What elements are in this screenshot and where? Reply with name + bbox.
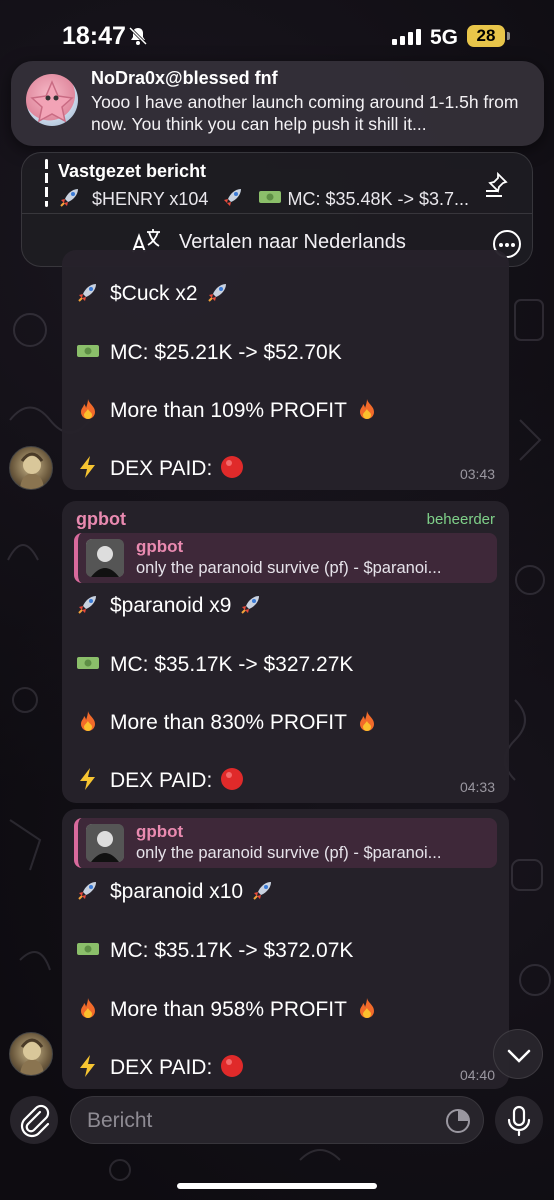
notification-banner[interactable]: NoDra0x@blessed fnf Yooo I have another … xyxy=(11,61,544,146)
message-mc-line: MC: $25.21K -> $52.70K xyxy=(76,339,342,365)
profit-text: More than 830% PROFIT xyxy=(110,711,347,734)
rocket-icon xyxy=(253,882,272,900)
fire-icon xyxy=(359,399,374,419)
reply-quote[interactable]: gpbot only the paranoid survive (pf) - $… xyxy=(74,533,497,583)
rocket-icon xyxy=(207,284,226,302)
fire-icon xyxy=(81,399,95,419)
sender-avatar[interactable] xyxy=(9,1032,53,1076)
quote-thumbnail xyxy=(86,539,124,577)
home-indicator xyxy=(177,1183,377,1189)
notification-text: Yooo I have another launch coming around… xyxy=(91,92,519,134)
message-profit-line: More than 958% PROFIT xyxy=(76,996,379,1022)
quote-thumbnail xyxy=(86,824,124,862)
message-placeholder: Bericht xyxy=(87,1109,153,1132)
warrior-avatar-icon xyxy=(20,452,44,489)
lightning-icon xyxy=(80,456,95,478)
notification-sender: NoDra0x@blessed fnf xyxy=(91,68,278,88)
sender-avatar[interactable] xyxy=(9,446,53,490)
message-bubble[interactable]: $Cuck x2 MC: $25.21K -> $52.70K More tha… xyxy=(62,250,509,490)
network-type: 5G xyxy=(430,26,459,49)
pinned-indicator xyxy=(45,159,48,207)
red-circle-icon xyxy=(221,768,244,790)
microphone-icon xyxy=(507,1105,531,1137)
attach-button[interactable] xyxy=(10,1096,58,1144)
profit-text: More than 109% PROFIT xyxy=(110,399,347,422)
admin-badge: beheerder xyxy=(426,511,495,528)
pin-list-icon[interactable] xyxy=(482,171,510,199)
fire-icon xyxy=(81,998,95,1018)
battery-tip xyxy=(507,32,510,40)
status-time: 18:47 xyxy=(62,22,126,50)
message-time: 03:43 xyxy=(459,466,495,482)
rocket-icon xyxy=(224,189,242,206)
message-profit-line: More than 109% PROFIT xyxy=(76,397,379,423)
mute-bell-icon xyxy=(128,26,148,46)
message-bubble[interactable]: gpbot only the paranoid survive (pf) - $… xyxy=(62,809,509,1089)
quote-sender: gpbot xyxy=(136,822,184,841)
pinned-title: Vastgezet bericht xyxy=(58,161,207,181)
pinned-mc: MC: $35.48K -> $3.7... xyxy=(287,189,470,209)
message-input[interactable]: Bericht xyxy=(70,1096,484,1144)
quote-text: only the paranoid survive (pf) - $parano… xyxy=(136,844,442,862)
mc-text: MC: $25.21K -> $52.70K xyxy=(110,341,342,364)
quote-sender: gpbot xyxy=(136,537,184,556)
starfish-icon xyxy=(30,80,74,123)
fire-icon xyxy=(81,711,95,731)
signal-icon xyxy=(392,29,421,45)
sticker-icon[interactable] xyxy=(445,1108,471,1134)
rocket-icon xyxy=(241,596,260,614)
chevron-down-icon xyxy=(507,1049,531,1063)
message-mc-line: MC: $35.17K -> $327.27K xyxy=(76,651,353,677)
warrior-avatar-icon xyxy=(20,1038,44,1075)
money-icon xyxy=(259,191,282,203)
reply-quote[interactable]: gpbot only the paranoid survive (pf) - $… xyxy=(74,818,497,868)
paperclip-icon xyxy=(20,1104,50,1138)
red-circle-icon xyxy=(221,456,244,478)
dex-text: DEX PAID: xyxy=(110,1056,213,1079)
message-dex-line: DEX PAID: xyxy=(76,1054,244,1080)
portrait-thumbnail-icon xyxy=(86,824,124,862)
message-mc-line: MC: $35.17K -> $372.07K xyxy=(76,937,353,963)
pinned-ticker: $HENRY x104 xyxy=(92,189,209,209)
message-ticker-line: $paranoid x9 xyxy=(76,592,263,618)
message-bubble[interactable]: gpbot beheerder gpbot only the paranoid … xyxy=(62,501,509,803)
profit-text: More than 958% PROFIT xyxy=(110,998,347,1021)
ticker-text: $paranoid x9 xyxy=(110,594,232,617)
mc-text: MC: $35.17K -> $327.27K xyxy=(110,653,354,676)
portrait-thumbnail-icon xyxy=(86,539,124,577)
message-dex-line: DEX PAID: xyxy=(76,767,244,793)
lightning-icon xyxy=(80,1055,95,1077)
quote-text: only the paranoid survive (pf) - $parano… xyxy=(136,559,442,577)
fire-icon xyxy=(359,711,374,731)
ticker-text: $paranoid x10 xyxy=(110,880,244,903)
money-icon xyxy=(77,345,99,357)
money-icon xyxy=(77,657,99,669)
message-profit-line: More than 830% PROFIT xyxy=(76,709,379,735)
ticker-text: $Cuck x2 xyxy=(110,282,198,305)
scroll-down-button[interactable] xyxy=(493,1029,543,1079)
message-sender[interactable]: gpbot xyxy=(76,509,126,530)
lightning-icon xyxy=(80,768,95,790)
rocket-icon xyxy=(60,189,78,207)
dex-text: DEX PAID: xyxy=(110,457,213,480)
message-time: 04:33 xyxy=(459,779,495,795)
rocket-icon xyxy=(78,882,96,900)
rocket-icon xyxy=(78,596,96,614)
dex-text: DEX PAID: xyxy=(110,769,213,792)
divider xyxy=(22,213,532,214)
message-ticker-line: $paranoid x10 xyxy=(76,878,275,904)
pinned-text: $HENRY x104 MC: $35.48K -> $3.7... xyxy=(58,185,469,210)
money-icon xyxy=(77,943,99,955)
message-dex-line: DEX PAID: xyxy=(76,455,244,481)
battery-icon: 28 xyxy=(467,25,505,47)
message-ticker-line: $Cuck x2 xyxy=(76,280,230,306)
notification-avatar xyxy=(26,74,78,126)
fire-icon xyxy=(359,998,374,1018)
message-time: 04:40 xyxy=(459,1067,495,1083)
red-circle-icon xyxy=(221,1055,244,1077)
rocket-icon xyxy=(78,284,96,302)
mc-text: MC: $35.17K -> $372.07K xyxy=(110,939,354,962)
microphone-button[interactable] xyxy=(495,1096,543,1144)
